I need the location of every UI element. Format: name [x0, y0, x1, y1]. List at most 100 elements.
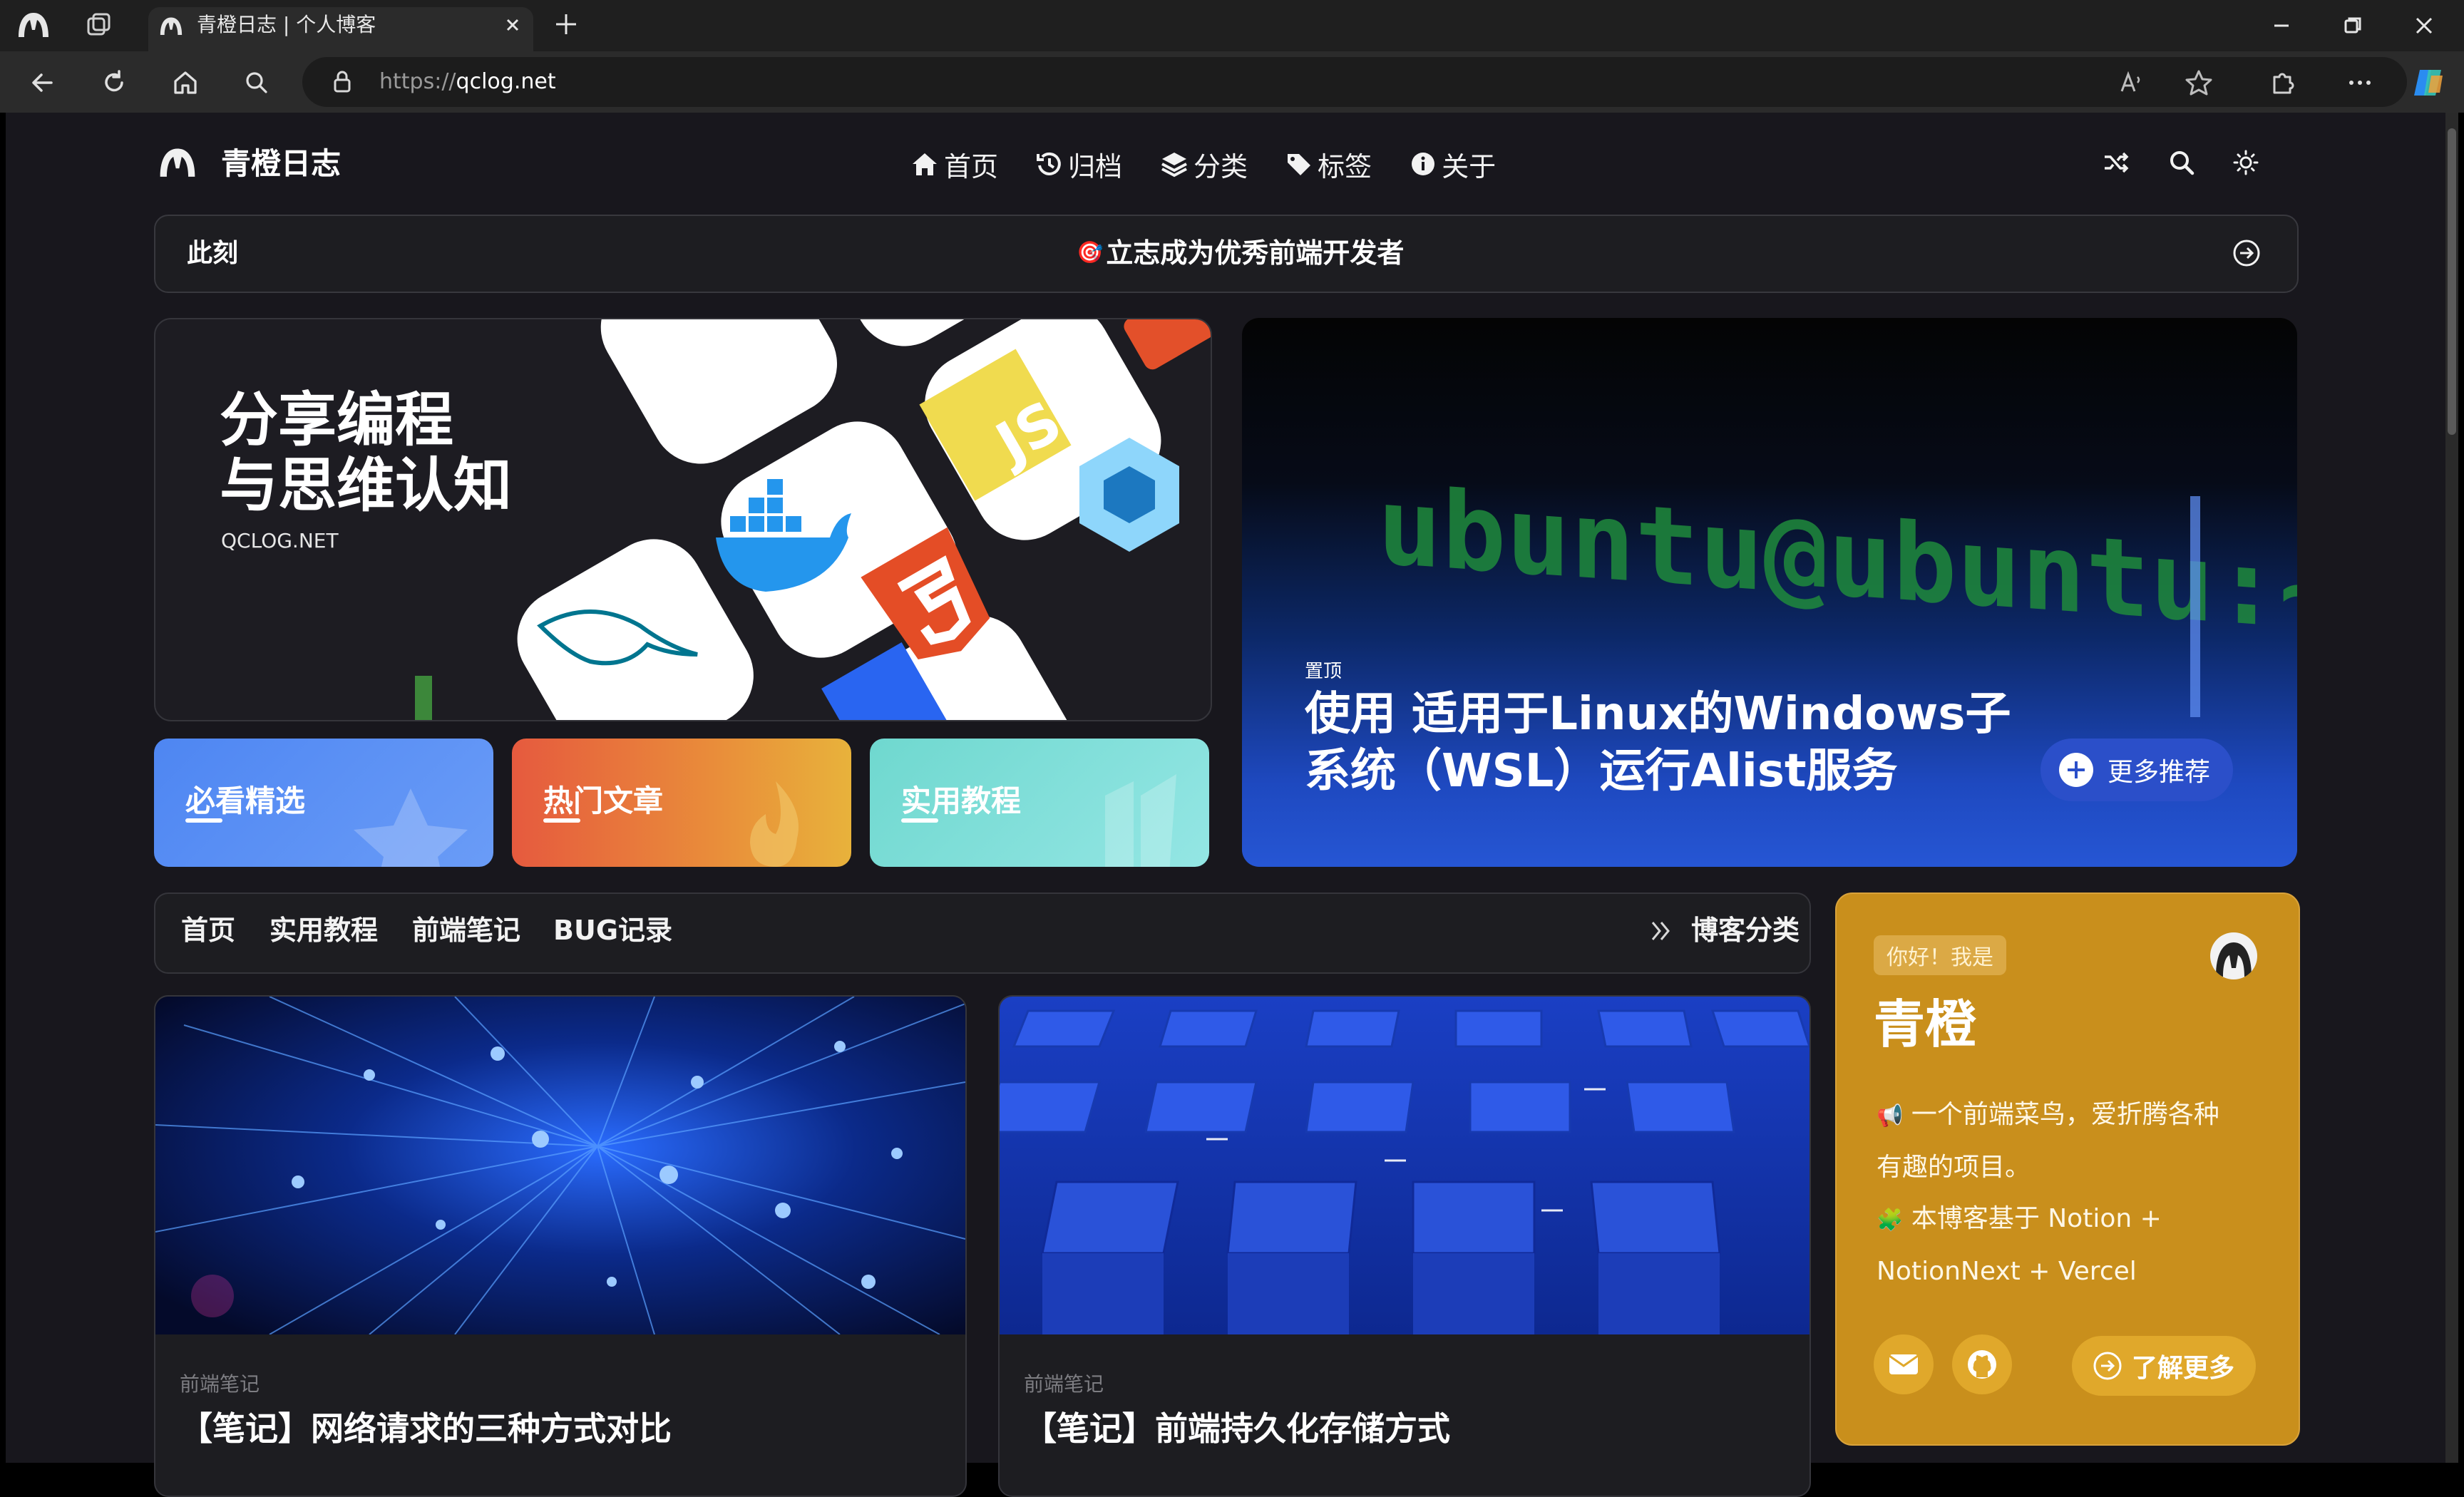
tag-icon	[1288, 154, 1311, 175]
greeting-text: 你好！我是	[1886, 945, 1993, 970]
post-cover-image	[155, 997, 965, 1334]
pinned-badge: 置顶	[1305, 661, 1343, 682]
arrow-circle-icon	[2093, 1352, 2122, 1380]
profile-name: 青橙	[1874, 994, 1977, 1054]
site-logo[interactable]	[157, 143, 198, 181]
hero-headline-1: 分享编程	[220, 386, 454, 454]
url-host: qclog.net	[456, 69, 556, 94]
hot-posts-card[interactable]: 热门文章	[512, 739, 851, 867]
profile-bio: 📢 一个前端菜鸟，爱折腾各种 有趣的项目。 🧩 本博客基于 Notion + N…	[1877, 1089, 2276, 1297]
workspaces-icon[interactable]	[84, 11, 113, 40]
bio-line-2-text: 本博客基于 Notion +	[1911, 1204, 2162, 1233]
mail-icon	[1889, 1354, 1919, 1374]
theme-toggle-sun-icon[interactable]	[2232, 148, 2260, 177]
favorite-star-icon[interactable]	[2183, 67, 2214, 98]
flame-icon	[750, 781, 799, 867]
terminal-prompt-text: ubuntu@ubuntu:~$	[1377, 464, 2297, 660]
layers-icon	[1161, 153, 1187, 178]
blog-categories-link[interactable]: 博客分类	[1691, 914, 1800, 947]
lock-icon[interactable]	[329, 68, 355, 96]
post-category[interactable]: 前端笔记	[1024, 1369, 1104, 1397]
site-search-icon[interactable]	[2167, 148, 2196, 177]
nav-home-label: 首页	[944, 150, 999, 182]
post-category[interactable]: 前端笔记	[180, 1369, 260, 1397]
nav-tags-label: 标签	[1318, 150, 1372, 182]
avatar[interactable]	[2210, 932, 2257, 979]
url-protocol: https://	[379, 69, 456, 94]
catbar-bug-log[interactable]: BUG记录	[553, 914, 672, 947]
pinned-post-card[interactable]: ubuntu@ubuntu:~$ 置顶 使用 适用于Linux的Windows子…	[1242, 318, 2297, 867]
catbar-tutorials[interactable]: 实用教程	[270, 914, 378, 947]
random-post-icon[interactable]	[2102, 148, 2130, 177]
github-icon	[1968, 1350, 1996, 1379]
read-aloud-icon[interactable]	[2116, 67, 2147, 98]
url-text[interactable]: https://qclog.net	[379, 68, 556, 96]
greeting-badge: 你好！我是	[1874, 935, 2006, 975]
hero-headline-2: 与思维认知	[220, 452, 513, 520]
window-close-icon[interactable]	[2410, 11, 2438, 40]
bio-line-1: 📢 一个前端菜鸟，爱折腾各种	[1877, 1089, 2276, 1142]
nav-tags[interactable]: 标签	[1285, 145, 1372, 182]
site-title[interactable]: 青橙日志	[221, 145, 341, 182]
minimize-icon[interactable]	[2267, 11, 2296, 40]
nav-archive[interactable]: 归档	[1035, 145, 1122, 182]
github-button[interactable]	[1952, 1334, 2012, 1394]
bio-line-2: 🧩 本博客基于 Notion +	[1877, 1193, 2276, 1246]
post-card[interactable]: 前端笔记 【笔记】前端持久化存储方式	[998, 995, 1811, 1497]
profile-card: 你好！我是 青橙 📢 一个前端菜鸟，爱折腾各种 有趣的项目。 🧩 本博客基于 N…	[1835, 892, 2300, 1446]
double-chevron-icon	[1648, 918, 1674, 944]
learn-more-button[interactable]: 了解更多	[2072, 1336, 2256, 1396]
nav-about[interactable]: 关于	[1409, 145, 1496, 182]
catbar-home[interactable]: 首页	[181, 914, 235, 947]
notice-label: 此刻	[187, 239, 239, 268]
new-tab-icon[interactable]	[552, 10, 580, 38]
browser-search-icon[interactable]	[241, 67, 272, 98]
more-recommend-button[interactable]: 更多推荐	[2040, 739, 2233, 801]
browser-profile-icon[interactable]	[16, 9, 51, 40]
star-icon	[354, 788, 468, 867]
scrollbar-thumb[interactable]	[2448, 128, 2456, 435]
nav-category[interactable]: 分类	[1159, 145, 1248, 182]
home-browser-icon[interactable]	[170, 67, 201, 98]
tech-logos-illustration: JS	[415, 319, 1211, 720]
tutorials-card[interactable]: 实用教程	[870, 739, 1209, 867]
tab-close-icon[interactable]	[500, 13, 525, 37]
more-menu-icon[interactable]	[2343, 67, 2377, 98]
category-bar	[154, 892, 1811, 974]
bio-line-1b: 有趣的项目。	[1877, 1153, 2031, 1182]
post-card[interactable]: 前端笔记 【笔记】网络请求的三种方式对比	[154, 995, 967, 1497]
bio-line-1-text: 一个前端菜鸟，爱折腾各种	[1911, 1100, 2219, 1129]
tab-favicon	[158, 13, 184, 38]
info-icon	[1412, 153, 1435, 175]
address-bar[interactable]	[302, 57, 2407, 107]
refresh-icon[interactable]	[98, 67, 130, 98]
catbar-frontend-notes[interactable]: 前端笔记	[412, 914, 520, 947]
pinned-title-line-2: 系统（WSL）运行Alist服务	[1305, 745, 1898, 798]
restore-icon[interactable]	[2339, 11, 2367, 40]
featured-card[interactable]: 必看精选	[154, 739, 493, 867]
post-title[interactable]: 【笔记】网络请求的三种方式对比	[180, 1403, 672, 1450]
notice-arrow-icon[interactable]	[2232, 238, 2262, 268]
extensions-icon[interactable]	[2267, 67, 2299, 98]
hero-subtitle: QCLOG.NET	[221, 529, 339, 552]
notice-message: 🎯 立志成为优秀前端开发者	[1077, 237, 1404, 269]
hot-posts-underline	[543, 818, 580, 823]
post-title[interactable]: 【笔记】前端持久化存储方式	[1024, 1403, 1450, 1450]
nav-home[interactable]: 首页	[910, 145, 998, 182]
learn-more-label: 了解更多	[2132, 1354, 2235, 1383]
featured-card-underline	[185, 818, 222, 823]
target-emoji-icon: 🎯	[1077, 240, 1104, 265]
nav-category-label: 分类	[1194, 150, 1248, 182]
history-icon	[1037, 152, 1061, 175]
hero-banner[interactable]: JS 分享编程 与思维认知 QCLOG.NET	[154, 318, 1212, 721]
copilot-icon[interactable]	[2410, 64, 2447, 101]
puzzle-emoji-icon: 🧩	[1877, 1208, 1904, 1233]
megaphone-emoji-icon: 📢	[1877, 1104, 1904, 1128]
tutorials-underline	[901, 818, 938, 823]
back-icon[interactable]	[27, 67, 58, 98]
more-recommend-label: 更多推荐	[2108, 758, 2211, 787]
book-icon	[1105, 774, 1176, 867]
email-button[interactable]	[1874, 1334, 1934, 1394]
notice-text: 立志成为优秀前端开发者	[1106, 237, 1405, 269]
hot-posts-label: 热门文章	[543, 783, 664, 818]
